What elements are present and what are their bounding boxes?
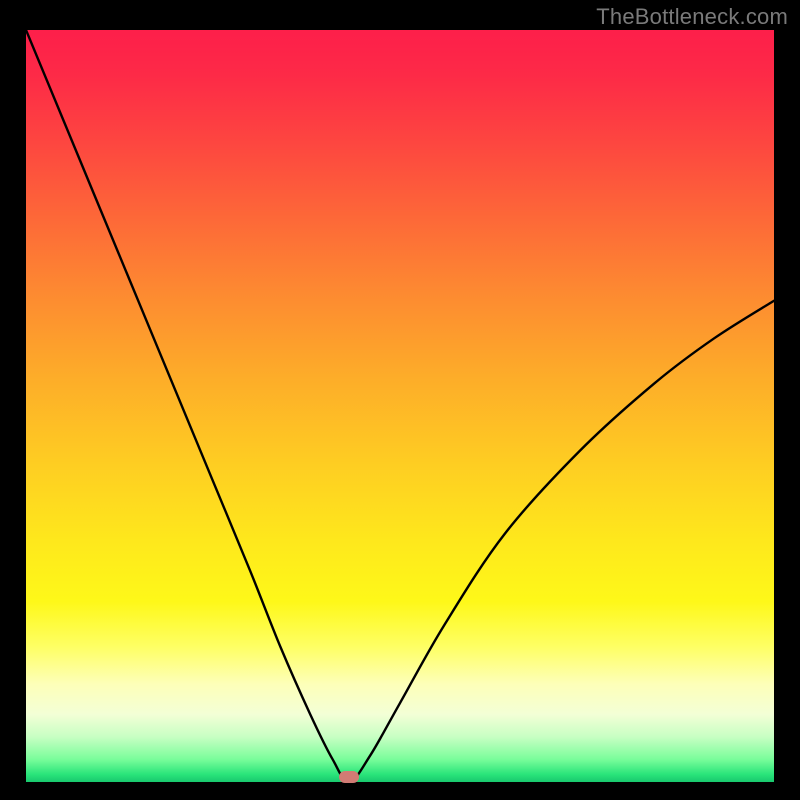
bottleneck-curve (26, 30, 774, 782)
watermark-text: TheBottleneck.com (596, 4, 788, 30)
optimal-point-marker (339, 771, 359, 783)
plot-area (26, 30, 774, 782)
chart-frame: TheBottleneck.com (0, 0, 800, 800)
